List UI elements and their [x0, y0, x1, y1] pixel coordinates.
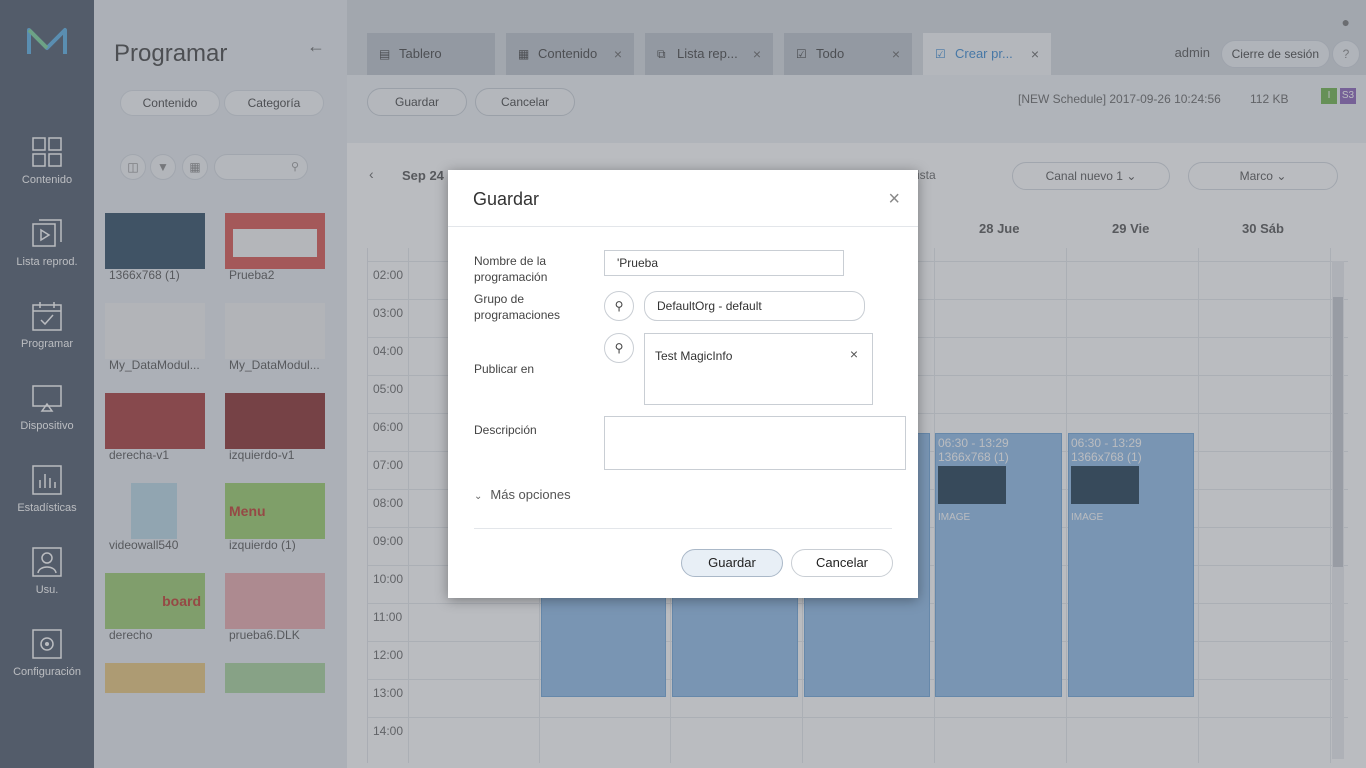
divider: [448, 226, 918, 227]
schedule-name-input[interactable]: 'Prueba: [604, 250, 844, 276]
chevron-down-icon: ⌄: [474, 491, 483, 502]
close-icon[interactable]: ×: [888, 188, 900, 211]
publish-label: Publicar en: [474, 362, 535, 376]
search-icon[interactable]: ⚲: [604, 333, 634, 363]
save-dialog: Guardar × Nombre de la programación 'Pru…: [448, 170, 918, 598]
divider: [474, 528, 892, 529]
dialog-title: Guardar: [473, 189, 540, 209]
schedule-group-label: Grupo de programaciones: [474, 292, 561, 322]
dialog-cancel-button[interactable]: Cancelar: [791, 549, 893, 577]
description-textarea[interactable]: [604, 416, 906, 470]
schedule-name-label: Nombre de la programación: [474, 254, 548, 284]
schedule-group-input[interactable]: DefaultOrg - default: [644, 291, 865, 321]
search-icon[interactable]: ⚲: [604, 291, 634, 321]
more-options-label: Más opciones: [490, 487, 571, 502]
description-label: Descripción: [474, 423, 537, 437]
dialog-save-button[interactable]: Guardar: [681, 549, 783, 577]
publish-target-item: Test MagicInfo: [655, 349, 733, 363]
remove-icon[interactable]: ×: [850, 346, 858, 362]
more-options-toggle[interactable]: ⌄ Más opciones: [474, 487, 571, 502]
publish-target-list: Test MagicInfo ×: [644, 333, 873, 405]
